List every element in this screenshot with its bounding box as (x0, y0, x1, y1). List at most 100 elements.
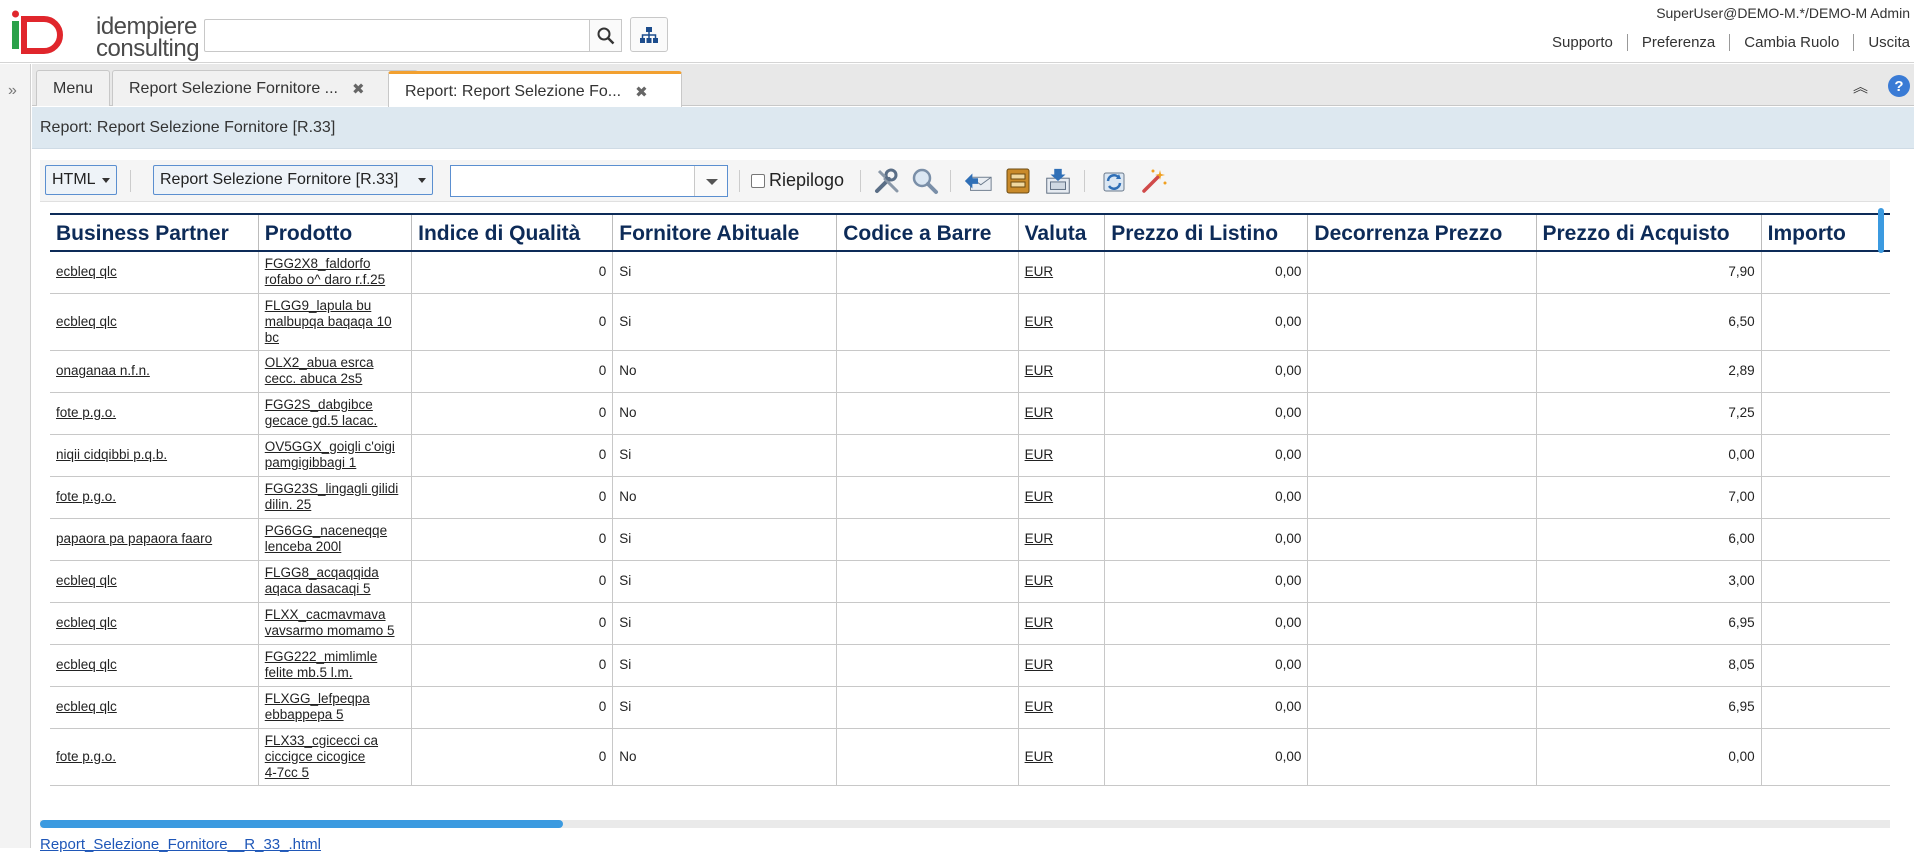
product-link-line[interactable]: PG6GG_naceneqqe (265, 523, 405, 539)
product-link[interactable]: FLX33_cgicecci ca ciccigce cicogice 4-7cc … (265, 733, 405, 781)
business-partner-link[interactable]: niqii cidqibbi p.q.b. (56, 447, 167, 462)
product-link[interactable]: FGG2X8_faldorfo rofabo o^ daro r.f.25 (265, 256, 405, 288)
expand-panel-icon[interactable]: » (8, 82, 17, 100)
horizontal-scrollbar[interactable] (40, 820, 1890, 828)
scrollbar-thumb[interactable] (40, 820, 563, 828)
product-link-line[interactable]: ciccigce cicogice (265, 749, 405, 765)
currency-link[interactable]: EUR (1025, 699, 1054, 714)
product-link-line[interactable]: OV5GGX_goigli c'oigi (265, 439, 405, 455)
product-link-line[interactable]: FLGG8_acqaqqida (265, 565, 405, 581)
product-link-line[interactable]: vavsarmo momamo 5 (265, 623, 405, 639)
product-link-line[interactable]: FGG2X8_faldorfo (265, 256, 405, 272)
business-partner-link[interactable]: ecbleq qlc (56, 314, 117, 329)
menu-tree-button[interactable] (630, 17, 668, 52)
business-partner-link[interactable]: ecbleq qlc (56, 657, 117, 672)
business-partner-link[interactable]: ecbleq qlc (56, 699, 117, 714)
global-search-input[interactable] (204, 19, 590, 52)
product-link-line[interactable]: lenceba 200l (265, 539, 405, 555)
summary-checkbox-box[interactable] (751, 173, 765, 188)
product-link-line[interactable]: FLGG9_lapula bu (265, 298, 405, 314)
currency-link[interactable]: EUR (1025, 405, 1054, 420)
product-link[interactable]: OLX2_abua esrca cecc. abuca 2s5 (265, 355, 405, 387)
wizard-button[interactable] (1139, 166, 1169, 196)
currency-link[interactable]: EUR (1025, 573, 1054, 588)
product-link[interactable]: FGG2S_dabgibce gecace gd.5 lacac. (265, 397, 405, 429)
business-partner-link[interactable]: onaganaa n.f.n. (56, 363, 150, 378)
product-link-line[interactable]: FGG222_mimlimle (265, 649, 405, 665)
vertical-scrollbar[interactable] (1878, 208, 1884, 253)
business-partner-link[interactable]: fote p.g.o. (56, 489, 116, 504)
amount-cell (1760, 434, 1890, 477)
product-link-line[interactable]: rofabo o^ daro r.f.25 (265, 272, 405, 288)
column-header: Importo (1760, 213, 1890, 252)
product-link-line[interactable]: FLX33_cgicecci ca (265, 733, 405, 749)
support-link[interactable]: Supporto (1538, 34, 1627, 51)
product-link[interactable]: FLGG9_lapula bu malbupqa baqaqa 10 bc (265, 298, 405, 346)
business-partner-link[interactable]: fote p.g.o. (56, 749, 116, 764)
product-link-line[interactable]: malbupqa baqaqa 10 (265, 314, 405, 330)
currency-link[interactable]: EUR (1025, 447, 1054, 462)
product-link[interactable]: FGG222_mimlimle felite mb.5 l.m. (265, 649, 405, 681)
currency-link[interactable]: EUR (1025, 615, 1054, 630)
tab-report-selection[interactable]: Report Selezione Fornitore ... ✖ (112, 70, 418, 106)
customize-report-button[interactable] (872, 166, 902, 196)
product-link-line[interactable]: FLXX_cacmavmava (265, 607, 405, 623)
find-button[interactable] (910, 166, 940, 196)
refresh-button[interactable] (1099, 166, 1129, 196)
product-link-line[interactable]: FGG2S_dabgibce (265, 397, 405, 413)
tab-report-viewer[interactable]: Report: Report Selezione Fo... ✖ (388, 71, 682, 109)
product-link-line[interactable]: ebbappepa 5 (265, 707, 405, 723)
search-button[interactable] (589, 19, 622, 52)
product-link-line[interactable]: dilin. 25 (265, 497, 405, 513)
purchase-price-cell: 7,90 (1535, 251, 1762, 294)
change-role-link[interactable]: Cambia Ruolo (1729, 34, 1853, 51)
product-link[interactable]: FLXGG_lefpeqpa ebbappepa 5 (265, 691, 405, 723)
product-link-line[interactable]: gecace gd.5 lacac. (265, 413, 405, 429)
collapse-header-icon[interactable]: ︽ (1853, 76, 1868, 97)
preferences-link[interactable]: Preferenza (1626, 34, 1729, 51)
currency-link[interactable]: EUR (1025, 489, 1054, 504)
tab-menu[interactable]: Menu (36, 70, 111, 106)
close-icon[interactable]: ✖ (635, 83, 648, 101)
product-link[interactable]: FLXX_cacmavmava vavsarmo momamo 5 (265, 607, 405, 639)
product-link-line[interactable]: aqaca dasacaqi 5 (265, 581, 405, 597)
currency-link[interactable]: EUR (1025, 531, 1054, 546)
print-format-combobox[interactable] (450, 165, 728, 197)
logout-link[interactable]: Uscita (1853, 34, 1914, 51)
report-file-link[interactable]: Report_Selezione_Fornitore__R_33_.html (40, 836, 321, 853)
currency-link[interactable]: EUR (1025, 657, 1054, 672)
report-format-select[interactable]: Report Selezione Fornitore [R.33] (153, 165, 433, 195)
archive-button[interactable] (1003, 166, 1033, 196)
export-button[interactable] (1043, 166, 1073, 196)
product-link-line[interactable]: bc (265, 330, 405, 346)
product-link[interactable]: FLGG8_acqaqqida aqaca dasacaqi 5 (265, 565, 405, 597)
currency-link[interactable]: EUR (1025, 749, 1054, 764)
west-panel-collapsed: » (0, 64, 31, 848)
help-icon[interactable]: ? (1888, 75, 1910, 97)
summary-checkbox[interactable]: Riepilogo (751, 170, 844, 191)
combo-dropdown-button[interactable] (694, 166, 727, 196)
business-partner-link[interactable]: papaora pa papaora faaro (56, 531, 212, 546)
report-content: Business Partner Prodotto Indice di Qual… (40, 203, 1890, 815)
product-link-line[interactable]: pamgigibbagi 1 (265, 455, 405, 471)
product-link-line[interactable]: 4-7cc 5 (265, 765, 405, 781)
business-partner-link[interactable]: ecbleq qlc (56, 615, 117, 630)
currency-link[interactable]: EUR (1025, 363, 1054, 378)
product-link[interactable]: PG6GG_naceneqqe lenceba 200l (265, 523, 405, 555)
business-partner-link[interactable]: ecbleq qlc (56, 264, 117, 279)
close-icon[interactable]: ✖ (352, 80, 365, 98)
business-partner-link[interactable]: ecbleq qlc (56, 573, 117, 588)
product-link-line[interactable]: felite mb.5 l.m. (265, 665, 405, 681)
product-link[interactable]: FGG23S_lingagli gilidi dilin. 25 (265, 481, 405, 513)
send-email-button[interactable] (963, 166, 993, 196)
currency-link[interactable]: EUR (1025, 314, 1054, 329)
product-link[interactable]: OV5GGX_goigli c'oigi pamgigibbagi 1 (265, 439, 405, 471)
product-link-line[interactable]: cecc. abuca 2s5 (265, 371, 405, 387)
output-format-select[interactable]: HTML (45, 165, 117, 195)
idempiere-logo[interactable]: idempiere consulting (10, 10, 200, 61)
product-link-line[interactable]: FGG23S_lingagli gilidi (265, 481, 405, 497)
product-link-line[interactable]: OLX2_abua esrca (265, 355, 405, 371)
product-link-line[interactable]: FLXGG_lefpeqpa (265, 691, 405, 707)
currency-link[interactable]: EUR (1025, 264, 1054, 279)
business-partner-link[interactable]: fote p.g.o. (56, 405, 116, 420)
